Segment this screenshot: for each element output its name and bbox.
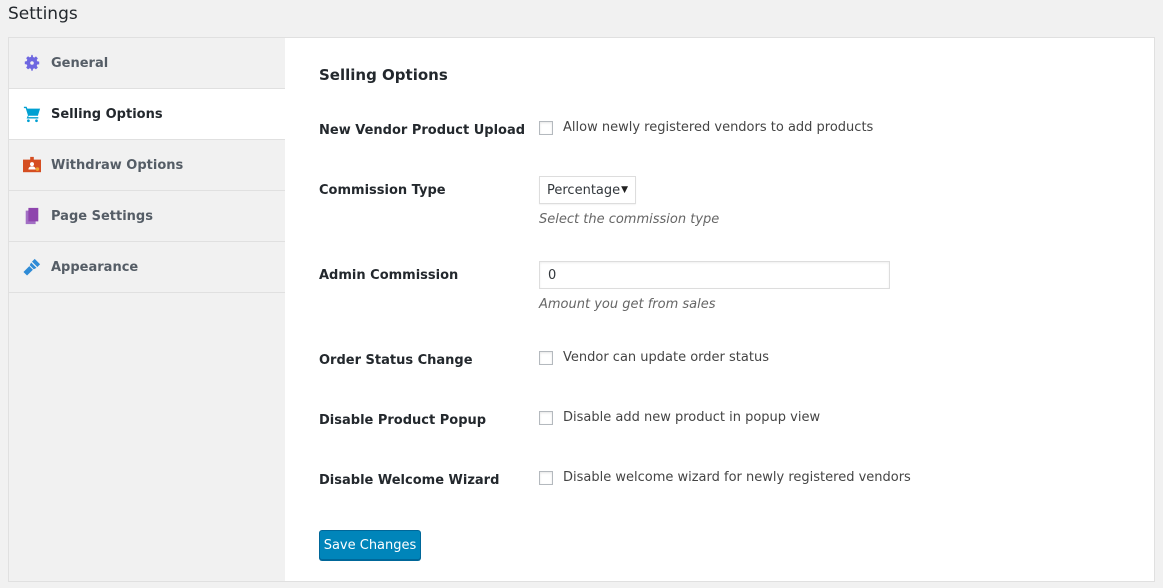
new-vendor-option: Allow newly registered vendors to add pr… xyxy=(539,120,873,135)
disable-popup-checkbox[interactable] xyxy=(539,410,553,425)
order-status-checkbox[interactable] xyxy=(539,350,553,365)
disable-wizard-option: Disable welcome wizard for newly registe… xyxy=(539,470,911,485)
tab-appearance[interactable]: Appearance xyxy=(9,242,285,293)
disable-popup-option-label: Disable add new product in popup view xyxy=(563,410,821,425)
brush-icon xyxy=(23,258,41,276)
tab-label: Appearance xyxy=(51,259,139,275)
commission-type-field: Percentage ▼ xyxy=(539,176,636,204)
new-vendor-checkbox[interactable] xyxy=(539,120,553,135)
tab-page-settings[interactable]: Page Settings xyxy=(9,191,285,242)
new-vendor-option-label: Allow newly registered vendors to add pr… xyxy=(563,120,874,135)
admin-commission-label: Admin Commission xyxy=(319,268,459,283)
admin-commission-description: Amount you get from sales xyxy=(539,297,716,312)
settings-sidebar: General Selling Options Withdraw Options… xyxy=(9,38,286,581)
order-status-label: Order Status Change xyxy=(319,353,473,368)
withdraw-icon xyxy=(23,156,41,174)
order-status-option-label: Vendor can update order status xyxy=(563,350,769,365)
disable-wizard-checkbox[interactable] xyxy=(539,470,553,485)
new-vendor-label: New Vendor Product Upload xyxy=(319,123,526,138)
tab-selling-options[interactable]: Selling Options xyxy=(9,89,286,140)
commission-type-select[interactable]: Percentage ▼ xyxy=(539,176,636,204)
order-status-option: Vendor can update order status xyxy=(539,350,769,365)
save-changes-button[interactable]: Save Changes xyxy=(319,530,421,560)
tab-label: General xyxy=(51,55,109,71)
settings-content: Selling Options New Vendor Product Uploa… xyxy=(285,38,1154,581)
disable-wizard-option-label: Disable welcome wizard for newly registe… xyxy=(563,470,911,485)
settings-frame: General Selling Options Withdraw Options… xyxy=(8,37,1155,582)
pages-icon xyxy=(23,207,41,225)
admin-commission-input[interactable]: 0 xyxy=(539,261,890,289)
tab-label: Withdraw Options xyxy=(51,157,184,173)
page-title: Settings xyxy=(8,4,78,24)
chevron-down-icon: ▼ xyxy=(621,185,628,195)
tab-label: Selling Options xyxy=(51,106,163,122)
disable-popup-label: Disable Product Popup xyxy=(319,413,487,428)
section-title: Selling Options xyxy=(319,66,448,84)
admin-commission-field: 0 xyxy=(539,261,890,289)
tab-withdraw-options[interactable]: Withdraw Options xyxy=(9,140,285,191)
cart-icon xyxy=(23,105,41,123)
tab-general[interactable]: General xyxy=(9,38,285,89)
disable-popup-option: Disable add new product in popup view xyxy=(539,410,820,425)
disable-wizard-label: Disable Welcome Wizard xyxy=(319,473,500,488)
commission-type-label: Commission Type xyxy=(319,183,446,198)
tab-label: Page Settings xyxy=(51,208,153,224)
commission-type-description: Select the commission type xyxy=(539,212,720,227)
gear-icon xyxy=(23,54,41,72)
commission-type-value: Percentage xyxy=(547,182,621,198)
